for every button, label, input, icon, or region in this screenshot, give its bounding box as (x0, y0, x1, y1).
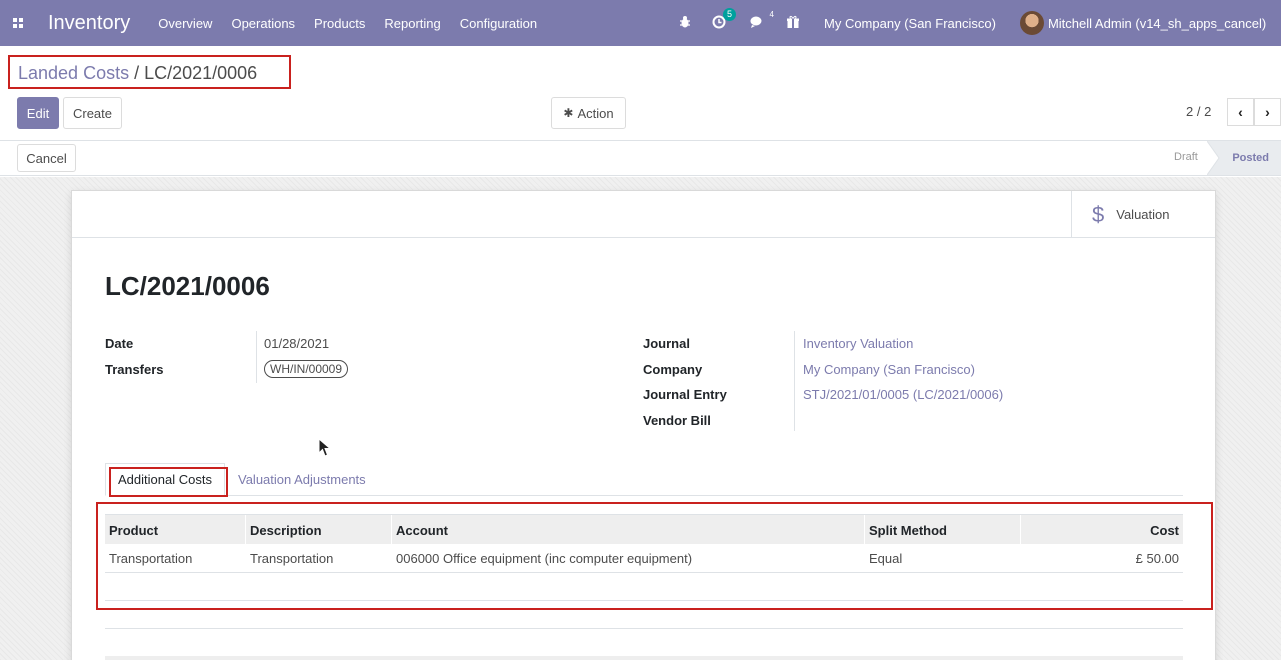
transfer-tag[interactable]: WH/IN/00009 (264, 360, 349, 378)
valuation-button[interactable]: $ Valuation (1071, 191, 1215, 238)
record-name: LC/2021/0006 (105, 271, 270, 301)
journal-value[interactable]: Inventory Valuation (803, 336, 913, 351)
table-footer (105, 656, 1183, 660)
valuation-label: Valuation (1116, 207, 1170, 222)
date-label: Date (105, 336, 134, 351)
chevron-right-icon: › (1265, 104, 1270, 120)
highlight-breadcrumb (8, 55, 291, 89)
messages-icon[interactable]: 4 (750, 10, 774, 32)
chevron-left-icon: ‹ (1238, 104, 1243, 120)
menu-products[interactable]: Products (314, 16, 365, 31)
apps-menu-icon[interactable] (0, 0, 36, 46)
dollar-icon: $ (1092, 201, 1105, 227)
menu-overview[interactable]: Overview (158, 16, 212, 31)
pager-value[interactable]: 2 / 2 (1186, 104, 1211, 119)
status-arrow-icon (1207, 141, 1220, 175)
app-name[interactable]: Inventory (48, 12, 130, 35)
create-button[interactable]: Create (63, 97, 122, 129)
highlight-tab (109, 467, 228, 497)
status-draft: Draft (1174, 151, 1198, 163)
journal-entry-value[interactable]: STJ/2021/01/0005 (LC/2021/0006) (803, 387, 1003, 402)
left-group-separator (256, 331, 257, 383)
menu-configuration[interactable]: Configuration (460, 16, 537, 31)
action-button[interactable]: ✱ Action (551, 97, 626, 129)
user-avatar[interactable] (1019, 11, 1044, 35)
company-value[interactable]: My Company (San Francisco) (803, 362, 975, 377)
transfers-label: Transfers (105, 362, 164, 377)
form-statusbar: Cancel Draft Posted (0, 140, 1281, 176)
menu-reporting[interactable]: Reporting (384, 16, 440, 31)
gift-icon[interactable] (786, 15, 800, 32)
tab-valuation-adjustments[interactable]: Valuation Adjustments (238, 463, 366, 496)
activity-clock-icon[interactable]: 5 (712, 7, 736, 32)
transfers-value: WH/IN/00009 (264, 360, 349, 378)
date-value: 01/28/2021 (264, 336, 330, 351)
company-switcher[interactable]: My Company (San Francisco) (824, 16, 996, 31)
activity-count-badge: 5 (722, 7, 736, 21)
journal-entry-label: Journal Entry (643, 387, 727, 402)
menu-operations[interactable]: Operations (231, 16, 295, 31)
journal-label: Journal (643, 336, 690, 351)
company-label: Company (643, 362, 703, 377)
pager-previous-button[interactable]: ‹ (1227, 98, 1254, 126)
messages-count: 4 (769, 9, 774, 19)
bug-icon[interactable] (678, 15, 692, 32)
highlight-table (96, 502, 1213, 610)
smart-button-box: $ Valuation (72, 191, 1215, 238)
notebook-tabs: Additional Costs Valuation Adjustments (105, 463, 1183, 496)
gear-icon: ✱ (563, 106, 574, 120)
vendor-bill-label: Vendor Bill (643, 413, 711, 428)
pager-next-button[interactable]: › (1254, 98, 1281, 126)
mouse-cursor-icon (318, 438, 332, 457)
cancel-button[interactable]: Cancel (17, 144, 76, 172)
user-menu[interactable]: Mitchell Admin (v14_sh_apps_cancel) (1048, 16, 1266, 31)
top-navbar: Inventory Overview Operations Products R… (0, 0, 1281, 46)
right-group-separator (794, 331, 795, 431)
edit-button[interactable]: Edit (17, 97, 59, 129)
action-label: Action (577, 105, 614, 121)
